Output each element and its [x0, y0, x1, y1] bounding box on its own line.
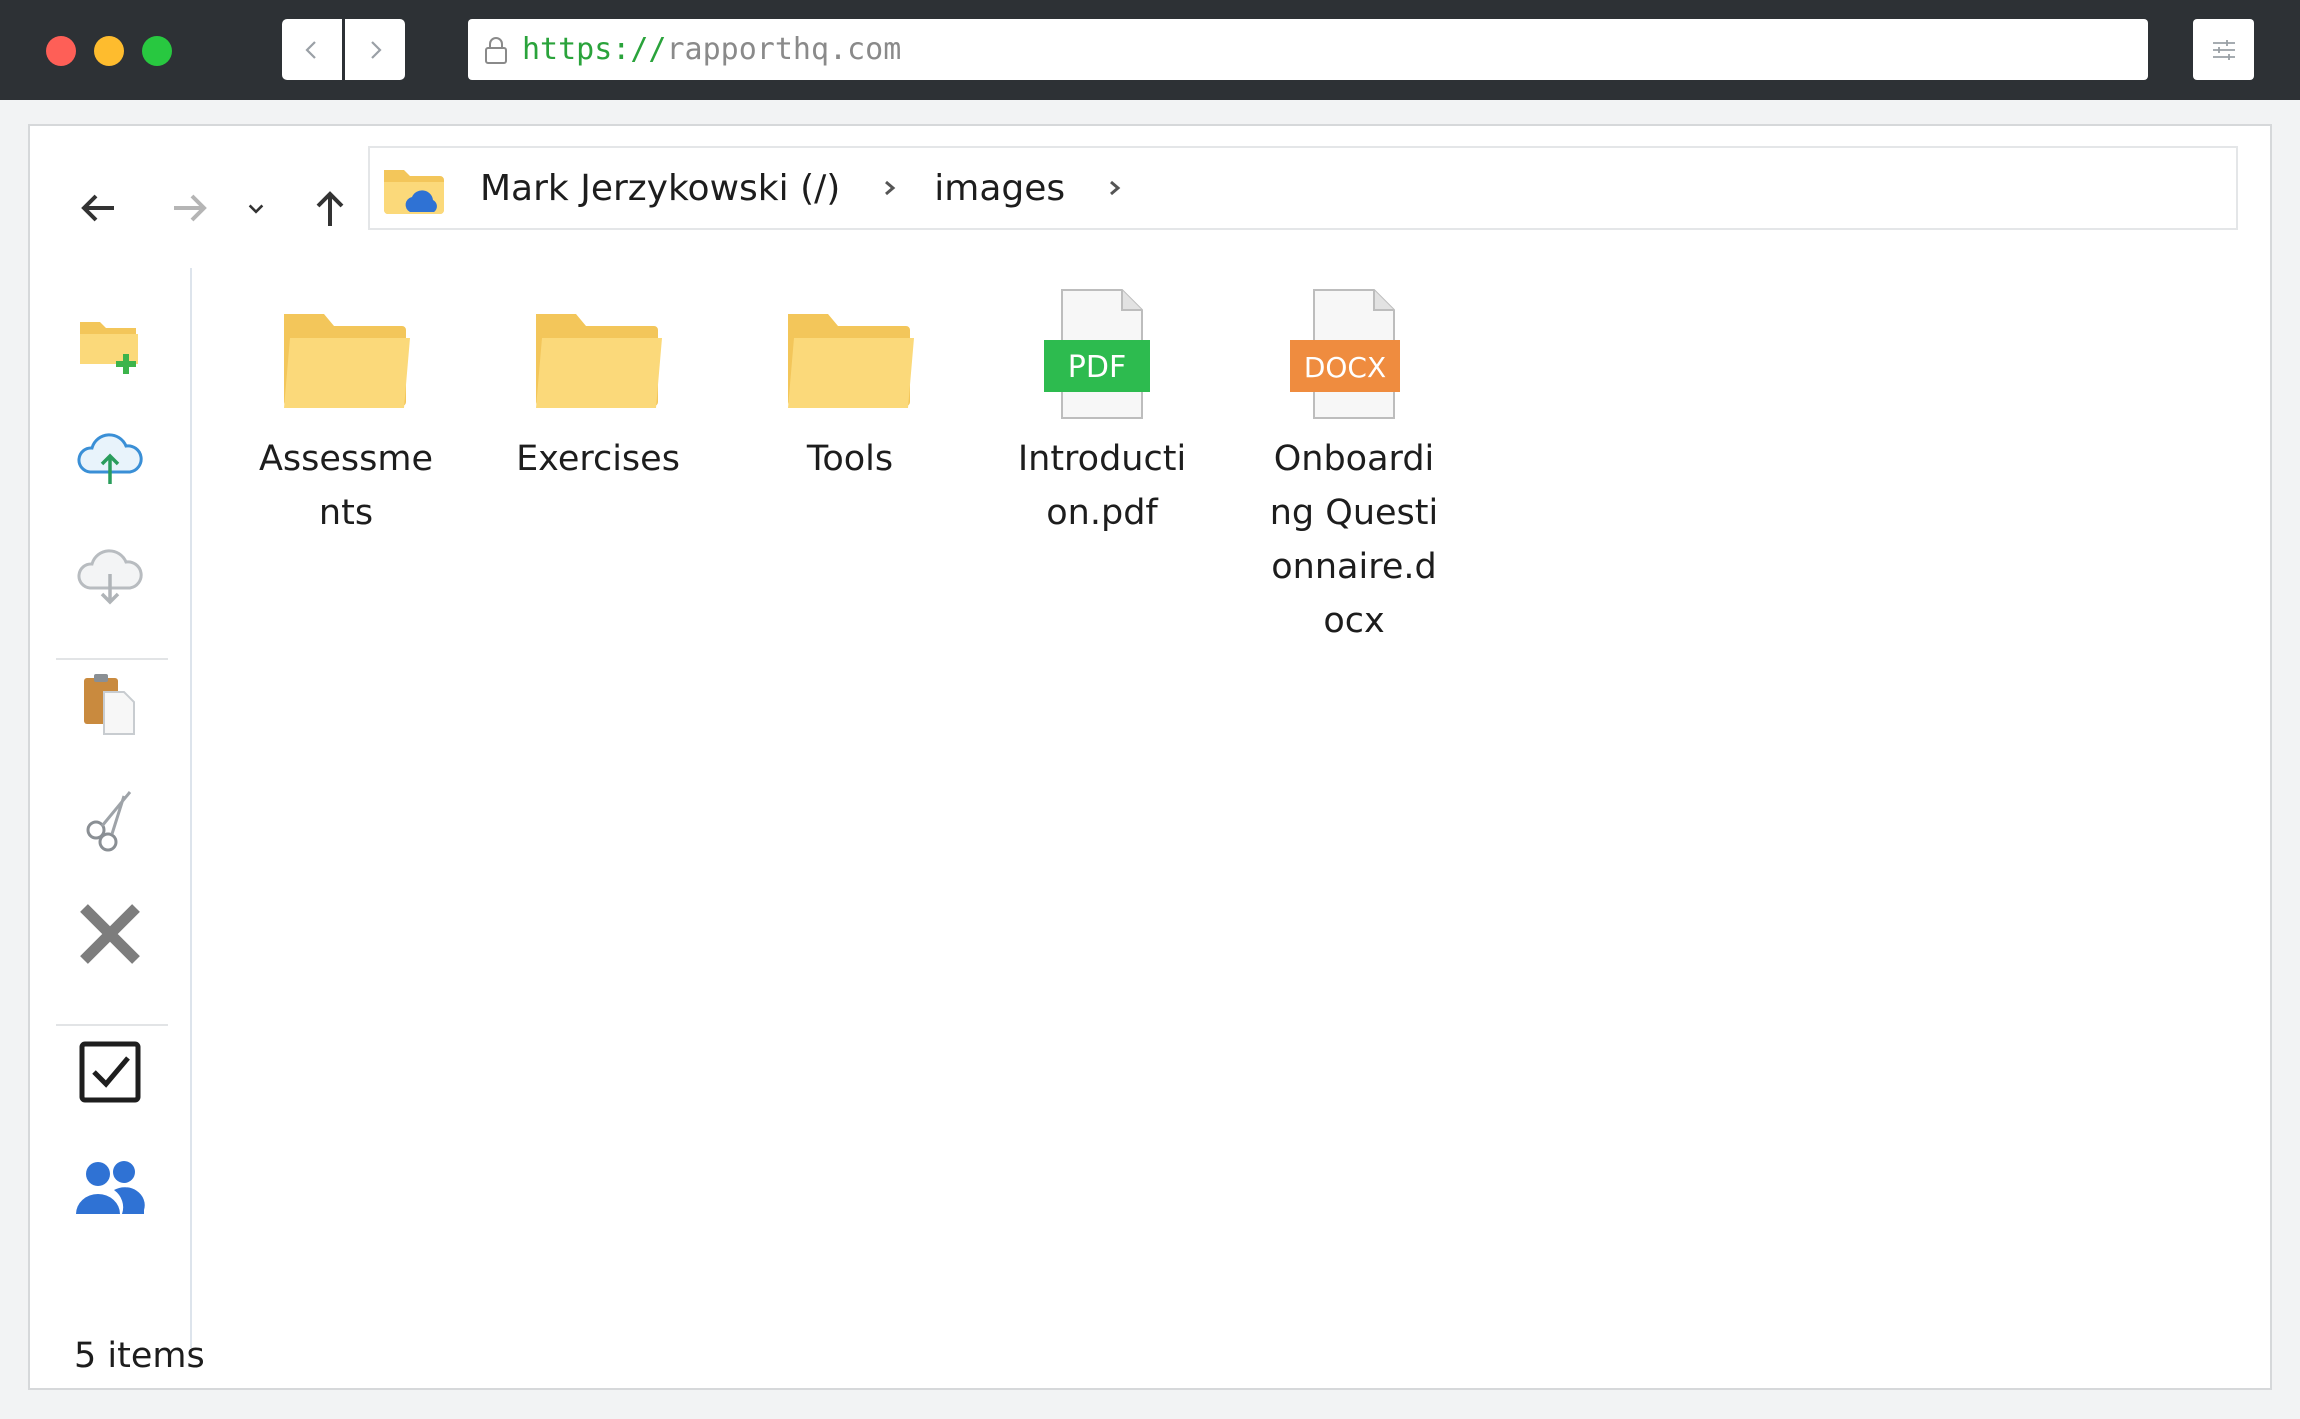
file-name: Onboarding Questionnaire.docx — [1269, 439, 1439, 641]
item-count: 5 items — [74, 1336, 205, 1376]
folder-icon — [788, 314, 914, 408]
url-scheme: https:// — [522, 32, 667, 67]
thumbnail — [750, 274, 950, 424]
breadcrumb: Mark Jerzykowski (/) images — [368, 146, 2238, 230]
file-manager: Mark Jerzykowski (/) images Assessments … — [28, 124, 2272, 1390]
thumbnail — [498, 274, 698, 424]
file-badge: DOCX — [1304, 351, 1386, 384]
file-name: Tools — [806, 439, 894, 479]
docx-file-icon: DOCX — [1290, 289, 1400, 419]
pdf-file-icon: PDF — [1044, 289, 1150, 419]
delete-button[interactable] — [74, 898, 146, 970]
file-item-tools[interactable]: Tools — [750, 274, 950, 486]
browser-back-button[interactable] — [282, 19, 342, 80]
thumbnail — [246, 274, 446, 424]
minimize-window-button[interactable] — [94, 36, 124, 66]
sliders-icon — [2212, 39, 2235, 60]
download-icon — [77, 549, 143, 605]
folder-icon — [536, 314, 662, 408]
file-item-exercises[interactable]: Exercises — [498, 274, 698, 486]
file-item-assessments[interactable]: Assessments — [246, 274, 446, 540]
address-bar[interactable]: https://rapporthq.com — [468, 19, 2148, 80]
new-folder-button[interactable] — [74, 308, 146, 380]
users-button[interactable] — [74, 1150, 146, 1222]
browser-chrome: https://rapporthq.com — [0, 0, 2300, 100]
lock-icon — [485, 36, 507, 64]
up-arrow-icon — [316, 191, 344, 226]
delete-icon — [80, 904, 140, 964]
cloud-folder-icon — [384, 170, 444, 214]
history-dropdown-button[interactable] — [236, 178, 276, 238]
close-window-button[interactable] — [46, 36, 76, 66]
users-icon — [76, 1161, 145, 1214]
paste-icon — [84, 674, 135, 735]
cut-button[interactable] — [74, 784, 146, 856]
sidebar-divider — [56, 1024, 168, 1026]
up-directory-button[interactable] — [300, 178, 360, 238]
chevron-left-icon — [305, 40, 316, 59]
forward-button[interactable] — [160, 178, 220, 238]
file-item-onboarding-docx[interactable]: DOCX Onboarding Questionnaire.docx — [1254, 274, 1454, 648]
file-badge: PDF — [1068, 350, 1126, 385]
url-text: https://rapporthq.com — [522, 32, 901, 67]
browser-forward-button[interactable] — [345, 19, 405, 80]
breadcrumb-item-images[interactable]: images — [934, 168, 1065, 209]
thumbnail: PDF — [1002, 274, 1202, 424]
cut-icon — [86, 791, 132, 852]
history-dropdown-icon — [248, 204, 264, 214]
new-folder-icon — [80, 322, 138, 374]
sidebar-divider — [56, 658, 168, 660]
paste-button[interactable] — [74, 668, 146, 740]
select-all-button[interactable] — [74, 1036, 146, 1108]
file-name: Exercises — [516, 439, 680, 479]
back-button[interactable] — [68, 178, 128, 238]
select-all-icon — [79, 1041, 141, 1103]
file-item-introduction-pdf[interactable]: PDF Introduction.pdf — [1002, 274, 1202, 540]
back-arrow-icon — [81, 194, 114, 222]
page: Mark Jerzykowski (/) images Assessments … — [0, 100, 2300, 1419]
url-host: rapporthq.com — [666, 32, 902, 67]
download-button[interactable] — [74, 538, 146, 610]
forward-arrow-icon — [174, 194, 207, 222]
chevron-right-icon — [1110, 180, 1121, 196]
upload-button[interactable] — [74, 422, 146, 494]
chevron-right-icon — [371, 40, 382, 59]
sidebar — [30, 268, 192, 1348]
folder-icon — [284, 314, 410, 408]
breadcrumb-item-root[interactable]: Mark Jerzykowski (/) — [480, 168, 840, 209]
browser-settings-button[interactable] — [2193, 19, 2254, 80]
maximize-window-button[interactable] — [142, 36, 172, 66]
thumbnail: DOCX — [1254, 274, 1454, 424]
upload-icon — [77, 433, 143, 484]
file-name: Introduction.pdf — [1017, 439, 1187, 533]
file-name: Assessments — [258, 439, 434, 533]
chevron-right-icon — [885, 180, 896, 196]
